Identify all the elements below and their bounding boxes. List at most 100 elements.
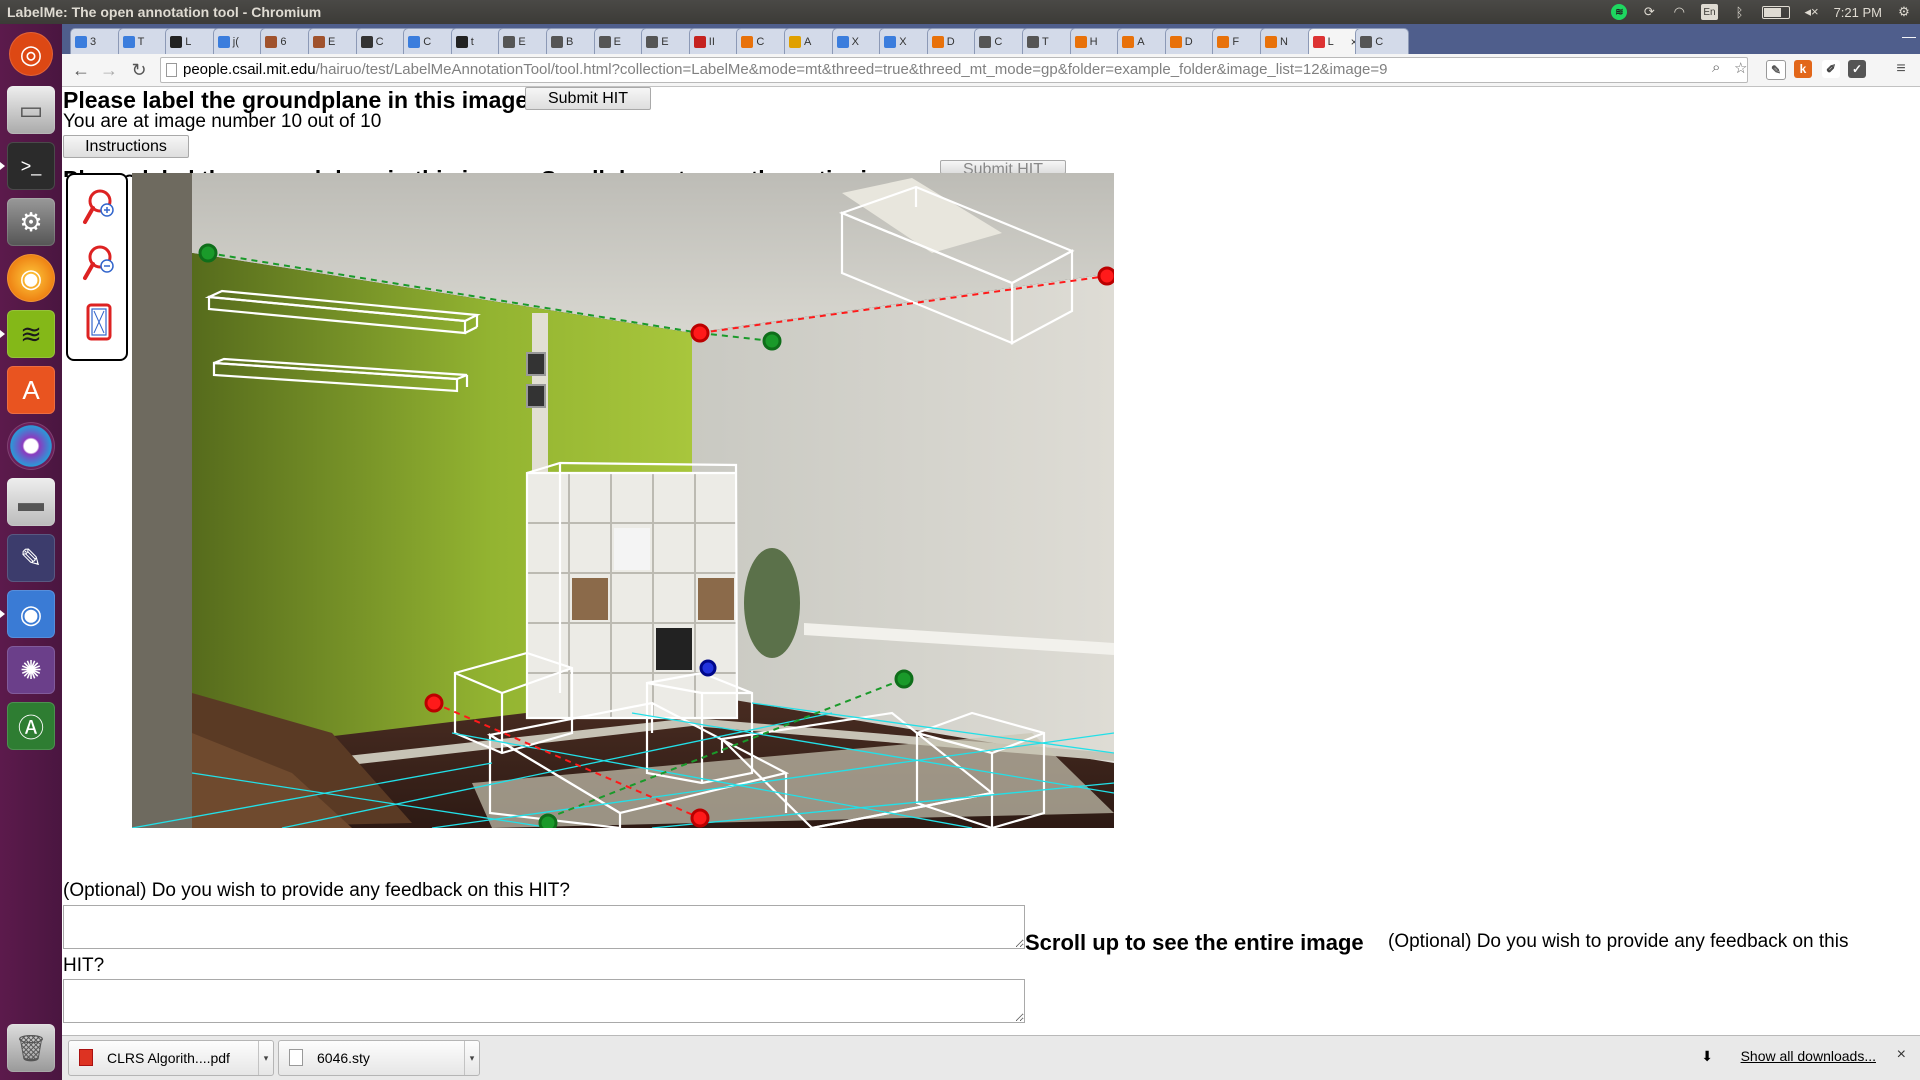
- tab-label: B: [566, 35, 574, 48]
- file-icon: [289, 1049, 303, 1066]
- bookmark-star-icon[interactable]: ☆: [1734, 59, 1747, 77]
- tab-strip: 3 T Lj(6 E C Ct E B E E II C A X X D C T H A D F N L × C —: [62, 24, 1920, 55]
- keyboard-language-indicator[interactable]: En: [1701, 4, 1718, 20]
- settings-gear-icon[interactable]: ⚙: [1896, 4, 1912, 20]
- browser-tab[interactable]: E: [308, 28, 362, 54]
- browser-tab[interactable]: A: [1117, 28, 1172, 54]
- sync-icon[interactable]: ⟳: [1641, 4, 1657, 20]
- system-settings-icon[interactable]: ⚙: [7, 198, 55, 246]
- browser-tab[interactable]: A: [784, 28, 838, 54]
- browser-tab[interactable]: D: [926, 28, 981, 54]
- tab-favicon-icon: [265, 35, 278, 48]
- tab-favicon-icon: [1265, 35, 1277, 48]
- paint-icon[interactable]: ✎: [7, 534, 55, 582]
- tab-favicon-icon: [170, 35, 183, 48]
- browser-tab[interactable]: C: [974, 28, 1029, 54]
- reload-icon[interactable]: ↻: [128, 58, 150, 82]
- download-item-pdf[interactable]: CLRS Algorith....pdf ▾: [68, 1040, 274, 1076]
- shotwell-icon[interactable]: ✺: [7, 646, 55, 694]
- feedback-textarea-2[interactable]: [63, 979, 1025, 1023]
- wifi-icon[interactable]: ◠: [1671, 4, 1687, 20]
- firefox-icon[interactable]: ◉: [7, 254, 55, 302]
- color-app-icon[interactable]: [7, 422, 55, 470]
- disk-icon[interactable]: ▬: [7, 478, 55, 526]
- browser-tab[interactable]: E: [593, 28, 648, 54]
- feather-extension-icon[interactable]: ✐: [1822, 60, 1840, 78]
- browser-tab[interactable]: C: [736, 28, 791, 54]
- volume-icon[interactable]: ◂×: [1804, 4, 1820, 20]
- browser-tab[interactable]: 6: [260, 28, 315, 54]
- chevron-down-icon[interactable]: ▾: [464, 1041, 479, 1075]
- software-center-icon[interactable]: A: [7, 366, 55, 414]
- chevron-down-icon[interactable]: ▾: [258, 1041, 273, 1075]
- instructions-button[interactable]: Instructions: [63, 135, 189, 158]
- tab-favicon-icon: [313, 35, 325, 48]
- browser-tab[interactable]: E: [498, 28, 553, 54]
- annotation-image[interactable]: [132, 173, 1114, 828]
- files-icon[interactable]: ▭: [7, 86, 55, 134]
- feedback-question-2: (Optional) Do you wish to provide any fe…: [1388, 931, 1849, 952]
- terminal-icon[interactable]: >_: [0, 142, 55, 190]
- trash-icon[interactable]: 🗑: [7, 1024, 55, 1072]
- tab-label: 3: [90, 35, 97, 48]
- browser-tab[interactable]: X: [831, 28, 886, 54]
- fit-image-icon[interactable]: [82, 301, 116, 347]
- spotify-icon[interactable]: ≋: [0, 310, 55, 358]
- browser-tab[interactable]: X: [879, 28, 934, 54]
- zoom-out-icon[interactable]: [82, 243, 116, 289]
- extension-icon[interactable]: ✎: [1766, 60, 1786, 80]
- close-icon[interactable]: ×: [1897, 1046, 1906, 1064]
- back-arrow-icon[interactable]: ←: [70, 58, 92, 82]
- browser-tab[interactable]: F: [1212, 28, 1267, 54]
- zoom-in-icon[interactable]: [82, 187, 116, 233]
- browser-tab[interactable]: T: [117, 28, 172, 54]
- url-host: people.csail.mit.edu: [183, 61, 316, 78]
- browser-tab[interactable]: j(: [212, 28, 267, 54]
- search-icon[interactable]: ⌕: [1712, 59, 1720, 76]
- browser-tab[interactable]: L: [165, 28, 220, 54]
- address-bar[interactable]: people.csail.mit.edu/hairuo/test/LabelMe…: [160, 57, 1748, 83]
- tab-label: D: [1184, 35, 1193, 48]
- chromium-icon[interactable]: ◉: [0, 590, 55, 638]
- browser-tab[interactable]: N: [1260, 28, 1314, 54]
- tab-favicon-icon: [693, 35, 706, 48]
- download-arrow-icon: ⬇: [1701, 1048, 1713, 1064]
- submit-hit-button[interactable]: Submit HIT: [525, 87, 651, 110]
- show-all-downloads-link[interactable]: Show all downloads...: [1741, 1048, 1876, 1064]
- k-extension-icon[interactable]: k: [1794, 60, 1812, 78]
- menu-icon[interactable]: ≡: [1892, 60, 1910, 78]
- ubuntu-dash-icon[interactable]: ◎: [9, 32, 53, 76]
- download-item-sty[interactable]: 6046.sty ▾: [278, 1040, 480, 1076]
- browser-tab[interactable]: H: [1069, 28, 1124, 54]
- tab-label: L: [185, 35, 192, 48]
- browser-tab[interactable]: B: [546, 28, 600, 54]
- update-manager-icon[interactable]: Ⓐ: [7, 702, 55, 750]
- tab-favicon-icon: [1169, 35, 1182, 48]
- pocket-extension-icon[interactable]: ✓: [1848, 60, 1866, 78]
- browser-tab[interactable]: C: [403, 28, 458, 54]
- browser-tab[interactable]: D: [1164, 28, 1219, 54]
- bluetooth-icon[interactable]: ᛒ: [1732, 4, 1748, 20]
- room-photo-with-annotations[interactable]: [132, 173, 1114, 828]
- browser-tab[interactable]: C: [355, 28, 410, 54]
- tab-label: C: [1375, 35, 1384, 48]
- submit-hit-button-2[interactable]: Submit HIT: [940, 160, 1066, 174]
- browser-tab[interactable]: 3: [70, 28, 124, 54]
- tab-favicon-icon: [1312, 36, 1325, 48]
- browser-tab[interactable]: T: [1022, 28, 1076, 54]
- browser-tab[interactable]: t: [450, 28, 505, 54]
- spotify-tray-icon[interactable]: ≋: [1611, 4, 1628, 20]
- top-panel: LabelMe: The open annotation tool - Chro…: [0, 0, 1920, 24]
- clock[interactable]: 7:21 PM: [1834, 5, 1882, 20]
- browser-tab[interactable]: II: [688, 28, 743, 54]
- tab-favicon-icon: [789, 35, 801, 48]
- tab-favicon-icon: [217, 35, 230, 48]
- battery-icon[interactable]: [1761, 5, 1790, 19]
- tab-favicon-icon: [455, 35, 468, 48]
- forward-arrow-icon[interactable]: →: [98, 58, 120, 82]
- feedback-textarea[interactable]: [63, 905, 1025, 949]
- window-controls-icon[interactable]: —: [1902, 28, 1916, 44]
- browser-tab[interactable]: C: [1355, 28, 1410, 54]
- browser-tab[interactable]: E: [641, 28, 696, 54]
- feedback-question: (Optional) Do you wish to provide any fe…: [63, 880, 570, 901]
